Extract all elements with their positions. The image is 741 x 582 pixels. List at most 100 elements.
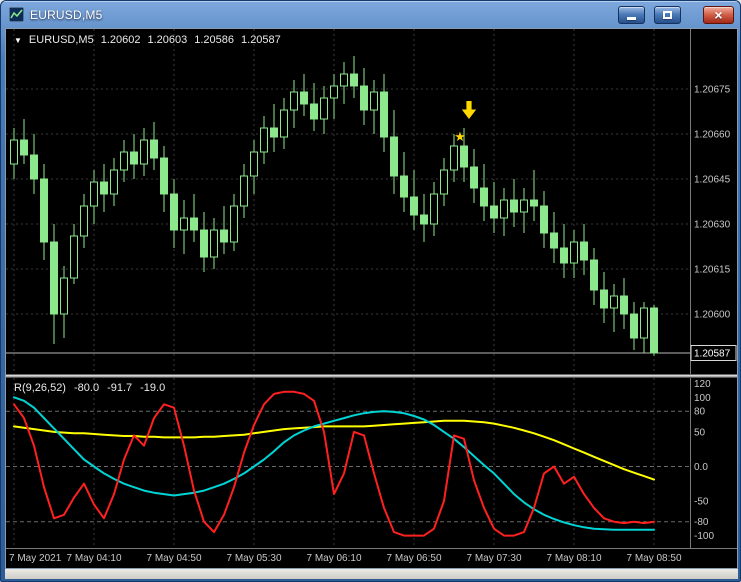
candle <box>370 91 378 111</box>
time-label: 7 May 07:30 <box>466 553 522 564</box>
price-tick-label: 1.20615 <box>694 265 731 276</box>
candle <box>640 307 648 339</box>
candle <box>570 241 578 264</box>
candle <box>560 247 568 264</box>
window-menu-icon[interactable]: ▼ <box>14 36 22 45</box>
candle <box>250 151 258 177</box>
candle <box>460 145 468 168</box>
chart-ohlc-header: ▼ EURUSD,M5 1.20602 1.20603 1.20586 1.20… <box>14 34 281 46</box>
candle <box>620 295 628 315</box>
candle <box>440 169 448 195</box>
candle <box>360 85 368 111</box>
price-tick-label: 1.20600 <box>694 310 731 321</box>
indicator-tick-label: 0.0 <box>694 462 708 473</box>
candle <box>630 313 638 339</box>
window-title: EURUSD,M5 <box>30 7 103 22</box>
ohlc-high: 1.20603 <box>147 34 188 46</box>
candle <box>580 241 588 261</box>
candle <box>590 259 598 291</box>
candle <box>480 187 488 207</box>
chart-client-area: ★ 1.20675 1.20660 1.20645 1.20630 1.20615 1.20… <box>5 28 738 569</box>
indicator-canvas[interactable]: 120 100 80 50 0.0 -50 -80 -100 <box>6 378 737 548</box>
candle <box>180 217 188 231</box>
candle <box>300 91 308 105</box>
ohlc-close: 1.20587 <box>241 34 281 46</box>
candle <box>450 145 458 171</box>
candle <box>140 139 148 165</box>
price-tick-label: 1.20645 <box>694 175 731 186</box>
candle <box>120 151 128 171</box>
candle <box>230 205 238 243</box>
indicator-tick-label: -50 <box>694 497 709 508</box>
time-axis[interactable]: 7 May 2021 7 May 04:10 7 May 04:50 7 May 05… <box>6 548 737 568</box>
candle <box>520 199 528 213</box>
candle <box>70 235 78 279</box>
time-label: 7 May 2021 <box>9 553 62 564</box>
candle <box>410 196 418 216</box>
time-label: 7 May 04:50 <box>146 553 202 564</box>
candle <box>550 232 558 249</box>
indicator-tick-label: -100 <box>694 531 714 542</box>
indicator-tick-label: 100 <box>694 393 711 404</box>
time-label: 7 May 08:50 <box>626 553 682 564</box>
candle <box>340 73 348 87</box>
candle <box>390 136 398 177</box>
sell-signal-arrow-icon[interactable] <box>461 101 477 119</box>
candle <box>100 181 108 195</box>
ohlc-low: 1.20586 <box>194 34 235 46</box>
indicator-tick-label: 80 <box>694 407 706 418</box>
candle <box>320 97 328 120</box>
candle <box>280 109 288 138</box>
candle <box>220 229 228 243</box>
ohlc-open: 1.20602 <box>100 34 141 46</box>
candle <box>30 154 38 180</box>
chart-app-icon <box>8 6 25 23</box>
price-tick-label: 1.20660 <box>694 130 731 141</box>
candle <box>330 85 338 99</box>
minimize-button[interactable] <box>618 5 645 24</box>
candle <box>650 307 658 354</box>
price-tick-label: 1.20630 <box>694 220 731 231</box>
price-tick-label: 1.20675 <box>694 85 731 96</box>
indicator-value-2: -91.7 <box>107 382 133 394</box>
indicator-value-1: -80.0 <box>73 382 100 394</box>
candle <box>190 217 198 231</box>
candle <box>110 169 118 195</box>
titlebar[interactable]: EURUSD,M5 × <box>1 1 740 28</box>
candle <box>380 91 388 138</box>
time-label: 7 May 05:30 <box>226 553 282 564</box>
indicator-value-3: -19.0 <box>140 382 166 394</box>
candle <box>200 229 208 258</box>
candle <box>610 295 618 309</box>
time-label: 7 May 04:10 <box>66 553 122 564</box>
time-label: 7 May 06:50 <box>386 553 442 564</box>
candle <box>10 139 18 165</box>
maximize-icon <box>663 10 672 19</box>
candle <box>20 139 28 156</box>
time-label: 7 May 06:10 <box>306 553 362 564</box>
indicator-tick-label: -80 <box>694 517 709 528</box>
candle <box>470 166 478 189</box>
time-label: 7 May 08:10 <box>546 553 602 564</box>
indicator-tick-label: 50 <box>694 427 706 438</box>
candle <box>310 103 318 120</box>
candle <box>80 205 88 237</box>
star-marker-icon[interactable]: ★ <box>454 129 466 144</box>
candle <box>160 157 168 195</box>
maximize-button[interactable] <box>654 5 681 24</box>
candle <box>150 139 158 159</box>
candle <box>350 73 358 87</box>
candle <box>540 205 548 234</box>
chart-window: EURUSD,M5 × ★ 1.20675 1.20660 1.20645 1.2063… <box>0 0 741 582</box>
close-button[interactable]: × <box>703 5 734 24</box>
candle <box>40 178 48 243</box>
candle <box>530 199 538 207</box>
candle <box>270 127 278 138</box>
candle <box>60 277 68 315</box>
candle <box>130 151 138 165</box>
candle <box>400 175 408 198</box>
candle <box>170 193 178 231</box>
price-chart-canvas[interactable]: ★ 1.20675 1.20660 1.20645 1.20630 1.20615 1.20… <box>6 29 737 374</box>
candle <box>600 289 608 309</box>
candle <box>510 199 518 213</box>
